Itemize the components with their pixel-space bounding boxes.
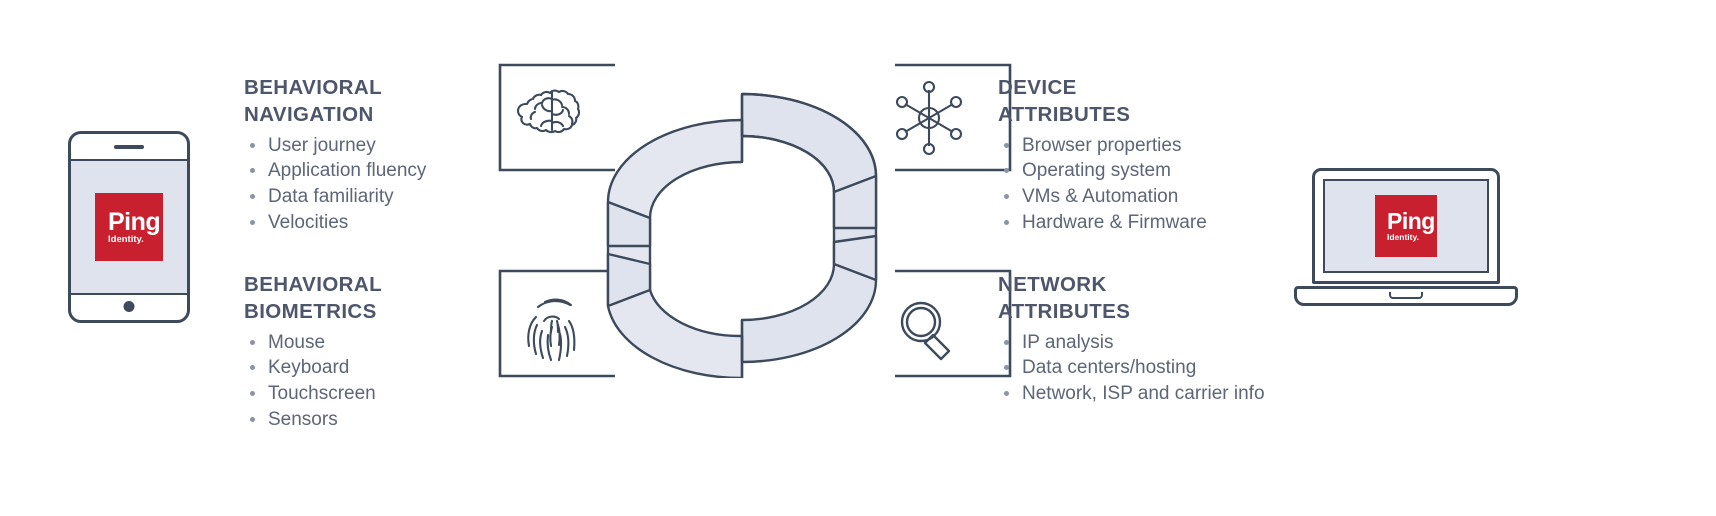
list-item: Hardware & Firmware	[998, 210, 1298, 236]
block-behavioral-navigation: BEHAVIORAL NAVIGATION User journey Appli…	[244, 74, 494, 236]
block-title: BEHAVIORAL NAVIGATION	[244, 76, 383, 127]
bullet-list: IP analysis Data centers/hosting Network…	[998, 330, 1358, 407]
bullet-list: Mouse Keyboard Touchscreen Sensors	[244, 330, 494, 433]
list-item: Data familiarity	[244, 184, 494, 210]
block-network-attributes: NETWORK ATTRIBUTES IP analysis Data cent…	[998, 271, 1358, 407]
network-nodes-icon	[895, 80, 963, 156]
bullet-list: User journey Application fluency Data fa…	[244, 133, 494, 236]
ping-identity-logo: Ping Identity.	[1375, 195, 1437, 257]
list-item: Network, ISP and carrier info	[998, 381, 1358, 407]
brain-icon	[516, 89, 581, 134]
block-title: NETWORK ATTRIBUTES	[998, 273, 1131, 324]
fingerprint-icon	[527, 298, 576, 362]
bullet-list: Browser properties Operating system VMs …	[998, 133, 1298, 236]
block-device-attributes: DEVICE ATTRIBUTES Browser properties Ope…	[998, 74, 1298, 236]
list-item: Keyboard	[244, 355, 494, 381]
diagram-canvas: Ping Identity. Ping Identity. BEHAVIORAL…	[0, 0, 1716, 516]
laptop-lid: Ping Identity.	[1312, 168, 1500, 284]
laptop-trackpad-notch-icon	[1389, 292, 1423, 299]
list-item: Application fluency	[244, 158, 494, 184]
list-item: Operating system	[998, 158, 1298, 184]
list-item: Sensors	[244, 407, 494, 433]
ping-identity-logo: Ping Identity.	[95, 193, 163, 261]
laptop-screen: Ping Identity.	[1323, 179, 1489, 273]
phone-speaker-icon	[114, 145, 144, 149]
list-item: Mouse	[244, 330, 494, 356]
list-item: VMs & Automation	[998, 184, 1298, 210]
mobile-phone-device: Ping Identity.	[68, 131, 190, 323]
list-item: Browser properties	[998, 133, 1298, 159]
list-item: User journey	[244, 133, 494, 159]
ping-logo-tagline: Identity.	[1387, 232, 1419, 243]
magnifier-icon	[900, 301, 951, 361]
ping-logo-word: Ping	[1387, 208, 1435, 235]
segmented-ring-graphic	[606, 92, 878, 378]
block-title: BEHAVIORAL BIOMETRICS	[244, 273, 383, 324]
list-item: IP analysis	[998, 330, 1358, 356]
ping-logo-word: Ping	[108, 207, 161, 236]
ping-logo-tagline: Identity.	[108, 233, 144, 245]
block-behavioral-biometrics: BEHAVIORAL BIOMETRICS Mouse Keyboard Tou…	[244, 271, 494, 433]
phone-home-button-icon	[123, 301, 135, 312]
block-title: DEVICE ATTRIBUTES	[998, 76, 1131, 127]
list-item: Data centers/hosting	[998, 355, 1358, 381]
list-item: Velocities	[244, 210, 494, 236]
phone-screen: Ping Identity.	[71, 159, 187, 295]
list-item: Touchscreen	[244, 381, 494, 407]
